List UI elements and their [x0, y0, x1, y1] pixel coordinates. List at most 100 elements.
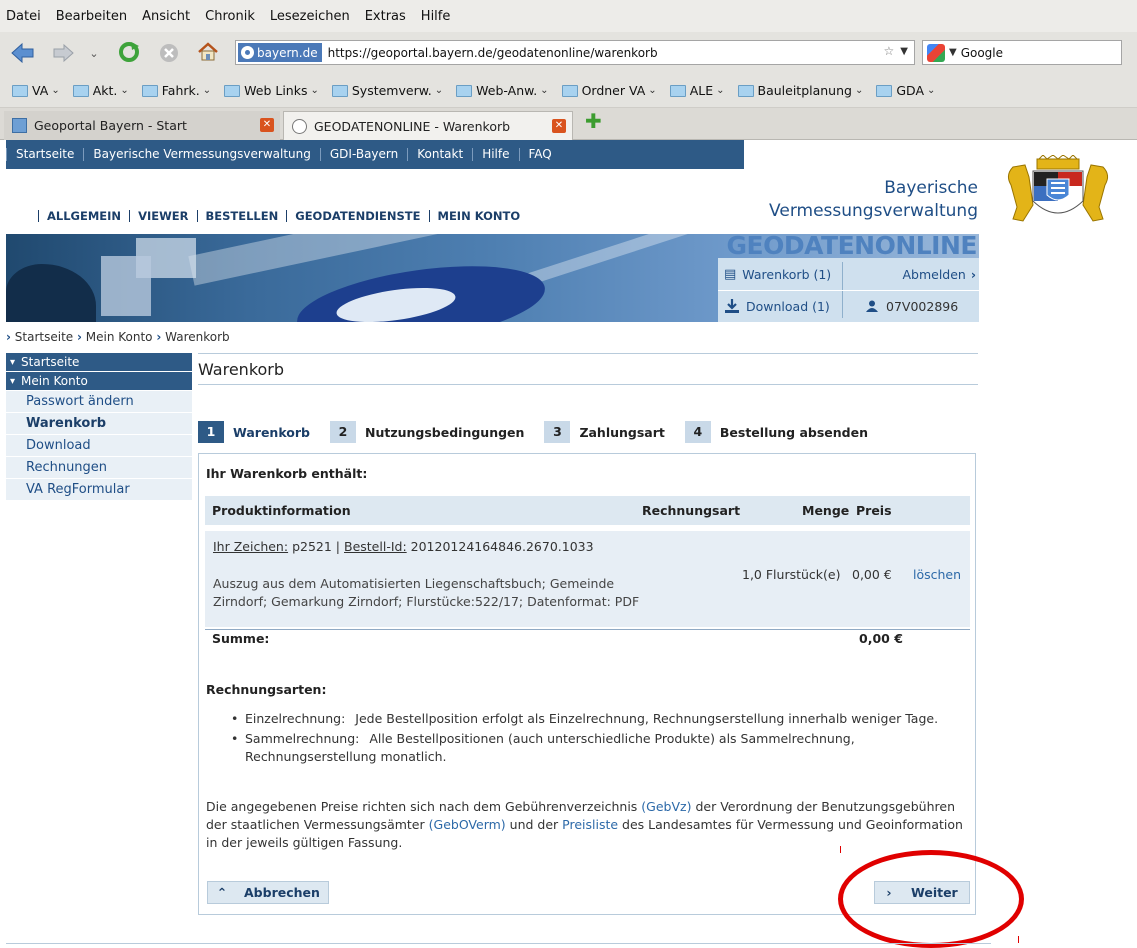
mainnav-geodatendienste[interactable]: GEODATENDIENSTE — [286, 210, 428, 222]
search-engine-dropdown-icon[interactable]: ▼ — [949, 47, 957, 58]
logout-link[interactable]: Abmelden › — [848, 258, 976, 290]
sidebar-section-startseite[interactable]: ▾ Startseite — [6, 353, 192, 372]
sidebar: ▾ Startseite ▾ Mein Konto Passwort änder… — [6, 353, 192, 501]
bookmark-folder-bauleitplanung[interactable]: Bauleitplanung ⌄ — [737, 83, 863, 98]
reference-value: p2521 — [292, 539, 332, 554]
bookmark-star-icon[interactable]: ☆ — [884, 44, 895, 58]
stop-icon[interactable] — [156, 40, 182, 66]
step-zahlungsart[interactable]: 3 Zahlungsart — [544, 421, 665, 443]
close-tab-icon[interactable]: ✕ — [552, 119, 566, 133]
gebooverm-link[interactable]: (GebOVerm) — [429, 817, 506, 832]
cart-link[interactable]: ▤ Warenkorb (1) — [724, 258, 842, 290]
bookmark-folder-gda[interactable]: GDA ⌄ — [876, 83, 935, 98]
step-number: 3 — [544, 421, 571, 443]
tab-warenkorb[interactable]: GEODATENONLINE - Warenkorb ✕ — [283, 111, 573, 140]
new-tab-icon[interactable]: ✚ — [585, 109, 602, 133]
bookmark-folder-va[interactable]: VA ⌄ — [12, 83, 60, 98]
topnav-faq[interactable]: FAQ — [518, 148, 561, 161]
user-panel: ▤ Warenkorb (1) Abmelden › Download (1) … — [718, 258, 979, 322]
back-icon[interactable] — [10, 40, 36, 66]
topnav-vermessungsverwaltung[interactable]: Bayerische Vermessungsverwaltung — [83, 148, 319, 161]
bookmark-label: VA — [32, 83, 49, 98]
chevron-down-icon: ⌄ — [648, 85, 657, 96]
order-id-label: Bestell-Id: — [344, 539, 407, 554]
breadcrumb-startseite[interactable]: Startseite — [15, 330, 73, 344]
topnav-startseite[interactable]: Startseite — [6, 148, 83, 161]
mainnav-bestellen[interactable]: BESTELLEN — [196, 210, 287, 222]
mainnav-mein-konto[interactable]: MEIN KONTO — [428, 210, 529, 222]
step-label: Warenkorb — [233, 424, 310, 440]
url-dropdown-icon[interactable]: ▼ — [900, 46, 908, 57]
agency-title: Bayerische Vermessungsverwaltung — [720, 177, 978, 223]
sidebar-item-warenkorb[interactable]: Warenkorb — [6, 413, 192, 435]
topnav-hilfe[interactable]: Hilfe — [472, 148, 518, 161]
agency-title-line1: Bayerische — [884, 178, 978, 198]
tab-geoportal-start[interactable]: Geoportal Bayern - Start ✕ — [4, 111, 280, 140]
menu-hilfe[interactable]: Hilfe — [421, 9, 451, 24]
chevron-down-icon: ⌄ — [51, 85, 60, 96]
user-account[interactable]: 07V002896 — [866, 290, 976, 322]
sidebar-item-download[interactable]: Download — [6, 435, 192, 457]
menu-bearbeiten[interactable]: Bearbeiten — [56, 9, 127, 24]
menu-datei[interactable]: Datei — [6, 9, 41, 24]
mainnav-viewer[interactable]: VIEWER — [129, 210, 196, 222]
delete-item-link[interactable]: löschen — [913, 567, 961, 582]
sidebar-item-rechnungen[interactable]: Rechnungen — [6, 457, 192, 479]
search-box[interactable]: ▼ Google — [922, 40, 1122, 65]
column-header-product: Produktinformation — [212, 503, 351, 518]
bookmark-folder-akt[interactable]: Akt. ⌄ — [72, 83, 129, 98]
step-number: 2 — [330, 421, 356, 443]
menu-lesezeichen[interactable]: Lesezeichen — [270, 9, 350, 24]
bookmark-label: Akt. — [92, 83, 118, 98]
tab-title: Geoportal Bayern - Start — [34, 118, 187, 133]
download-link[interactable]: Download (1) — [724, 290, 842, 322]
topnav-kontakt[interactable]: Kontakt — [407, 148, 472, 161]
main-navigation: ALLGEMEIN VIEWER BESTELLEN GEODATENDIENS… — [38, 210, 528, 222]
cart-icon: ▤ — [724, 266, 737, 282]
bookmark-folder-fahrk[interactable]: Fahrk. ⌄ — [141, 83, 211, 98]
close-tab-icon[interactable]: ✕ — [260, 118, 274, 132]
cancel-button[interactable]: ⌃ Abbrechen — [207, 881, 329, 904]
step-warenkorb[interactable]: 1 Warenkorb — [198, 421, 310, 443]
annotation-mark — [840, 846, 841, 853]
menu-ansicht[interactable]: Ansicht — [142, 9, 190, 24]
bookmark-folder-weblinks[interactable]: Web Links ⌄ — [224, 83, 319, 98]
reload-icon[interactable] — [116, 39, 142, 65]
bookmark-label: GDA — [896, 83, 925, 98]
sidebar-item-regformular[interactable]: VA RegFormular — [6, 479, 192, 501]
chevron-down-icon: ▾ — [10, 356, 16, 368]
bookmark-folder-ordnerva[interactable]: Ordner VA ⌄ — [561, 83, 657, 98]
mainnav-allgemein[interactable]: ALLGEMEIN — [38, 210, 129, 222]
address-bar[interactable]: bayern.de https://geoportal.bayern.de/ge… — [235, 40, 915, 65]
chevron-down-icon: ⌄ — [716, 85, 725, 96]
bookmark-folder-ale[interactable]: ALE ⌄ — [669, 83, 725, 98]
site-identity-button[interactable]: bayern.de — [238, 43, 322, 62]
preisliste-link[interactable]: Preisliste — [562, 817, 618, 832]
home-icon[interactable] — [195, 39, 221, 65]
forward-icon[interactable] — [50, 40, 76, 66]
table-row: Ihr Zeichen: p2521 | Bestell-Id: 2012012… — [205, 531, 970, 627]
step-bestellung-absenden[interactable]: 4 Bestellung absenden — [684, 421, 868, 443]
breadcrumb-warenkorb: Warenkorb — [165, 330, 230, 344]
folder-icon — [669, 84, 686, 97]
tab-bar: Geoportal Bayern - Start ✕ GEODATENONLIN… — [0, 108, 1137, 140]
url-text[interactable]: https://geoportal.bayern.de/geodatenonli… — [328, 46, 658, 60]
bookmark-folder-webanw[interactable]: Web-Anw. ⌄ — [456, 83, 549, 98]
topnav-gdi-bayern[interactable]: GDI-Bayern — [319, 148, 407, 161]
google-icon[interactable] — [927, 43, 945, 62]
sidebar-item-passwort[interactable]: Passwort ändern — [6, 391, 192, 413]
cart-table-header: Produktinformation Rechnungsart Menge Pr… — [205, 496, 970, 525]
sidebar-section-label: Startseite — [21, 355, 80, 369]
sidebar-section-label: Mein Konto — [21, 374, 88, 388]
bookmark-folder-systemverw[interactable]: Systemverw. ⌄ — [331, 83, 443, 98]
step-nutzungsbedingungen[interactable]: 2 Nutzungsbedingungen — [330, 421, 524, 443]
sidebar-section-mein-konto[interactable]: ▾ Mein Konto — [6, 372, 192, 391]
divider — [205, 629, 970, 630]
column-header-quantity: Menge — [802, 503, 850, 518]
menu-extras[interactable]: Extras — [365, 9, 406, 24]
gebvz-link[interactable]: (GebVz) — [641, 799, 691, 814]
breadcrumb-mein-konto[interactable]: Mein Konto — [86, 330, 153, 344]
menu-chronik[interactable]: Chronik — [205, 9, 255, 24]
step-label: Bestellung absenden — [719, 424, 868, 440]
history-dropdown-icon[interactable]: ⌄ — [86, 40, 102, 66]
